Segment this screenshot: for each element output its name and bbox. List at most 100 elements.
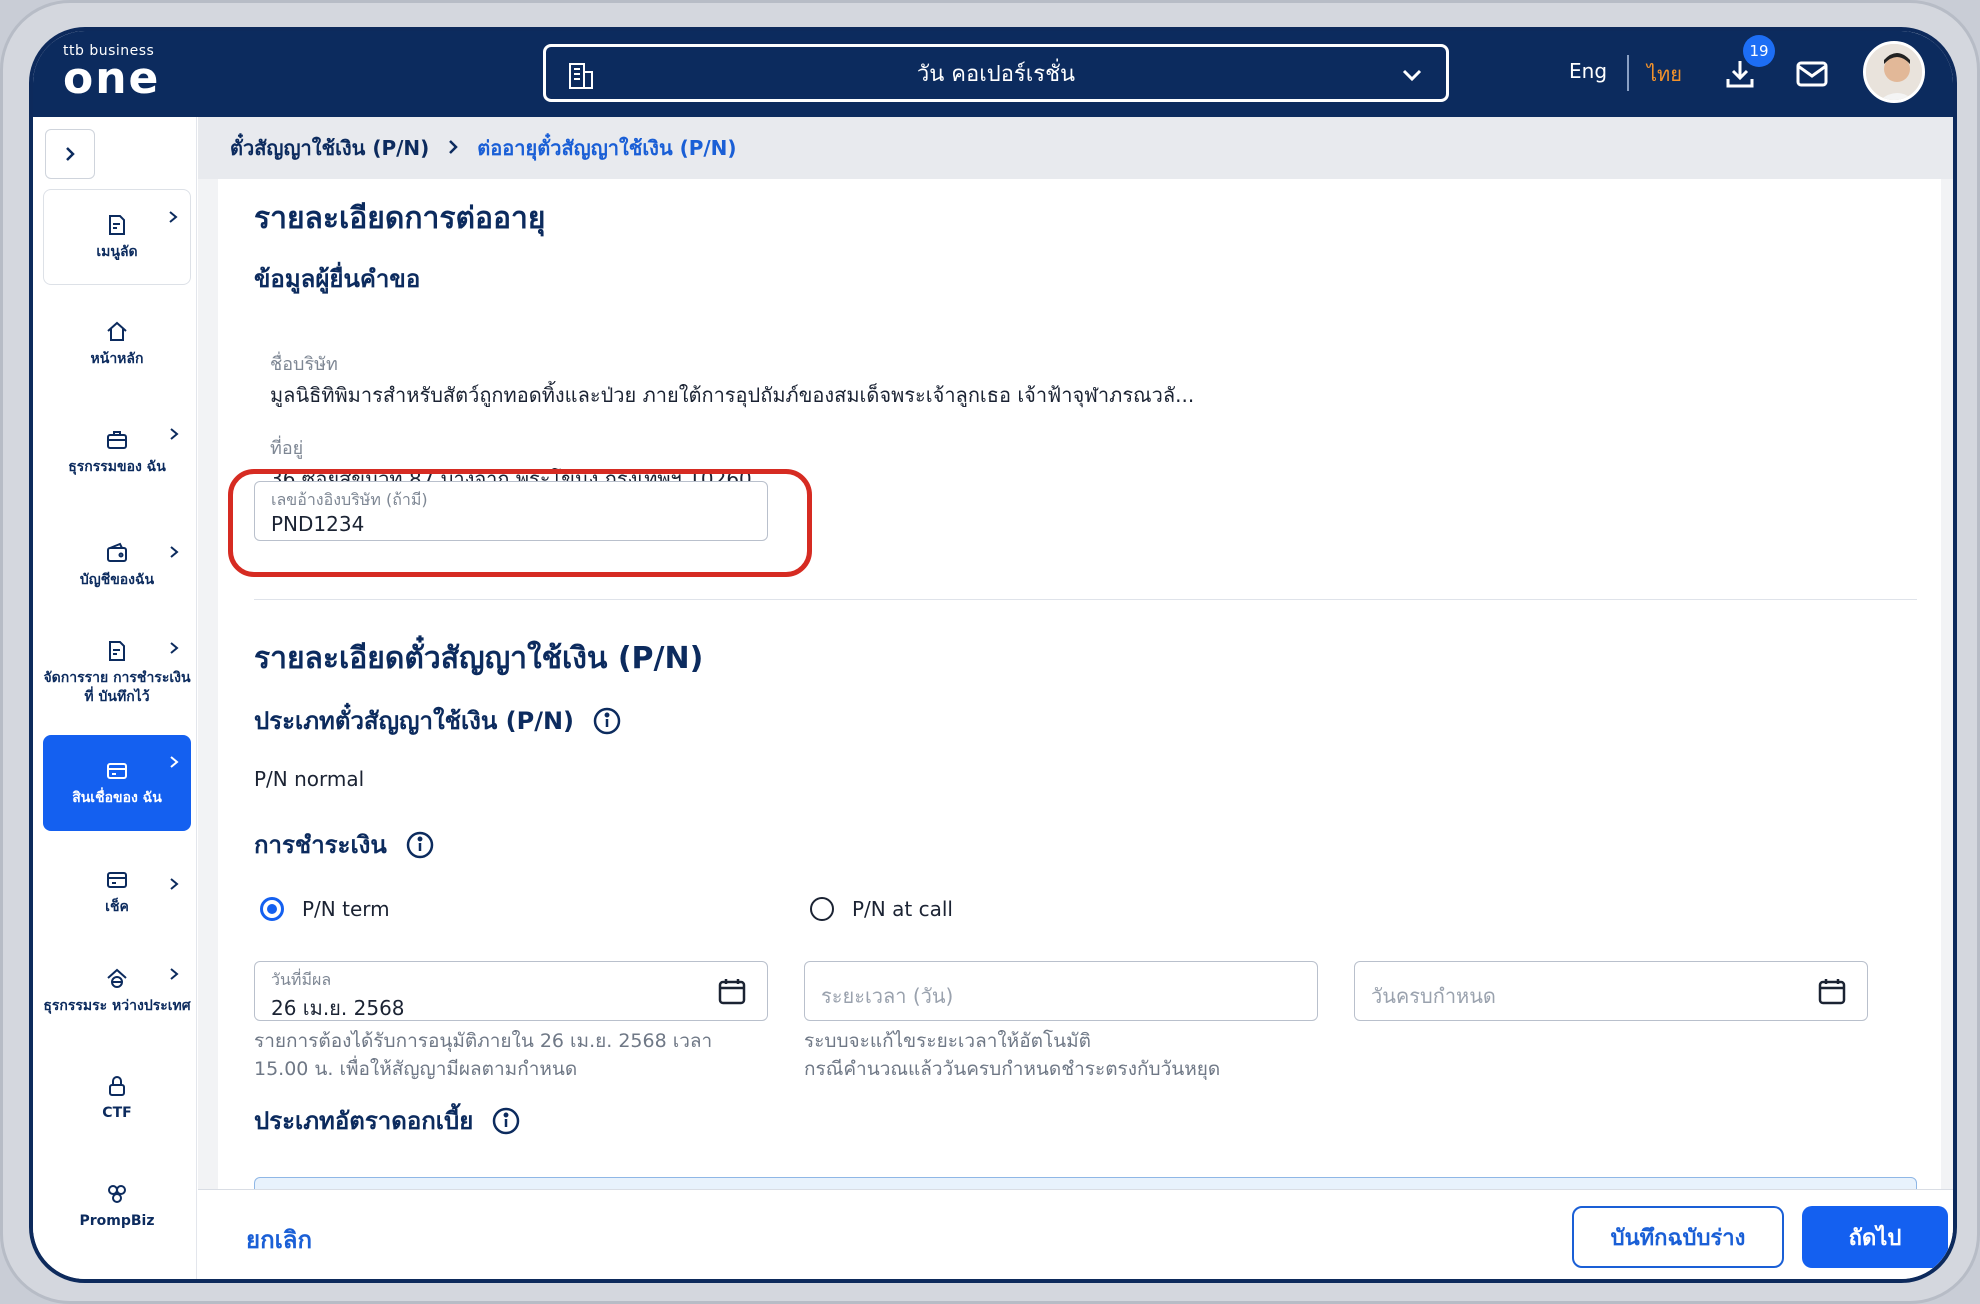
breadcrumb-pn[interactable]: ตั๋วสัญญาใช้เงิน (P/N)	[230, 132, 429, 164]
chevron-down-icon	[1398, 61, 1426, 93]
cancel-button[interactable]: ยกเลิก	[246, 1220, 312, 1259]
company-selector[interactable]: วัน คอเปอร์เรชั่น	[543, 44, 1449, 102]
renewal-details-title: รายละเอียดการต่ออายุ	[254, 201, 546, 236]
sidebar-item-my-accounts[interactable]: บัญชีของฉัน	[43, 525, 191, 605]
lock-icon	[109, 1075, 125, 1096]
chevron-right-icon	[170, 642, 179, 654]
sidebar-item-label: ธุรกรรมของ ฉัน	[68, 458, 166, 475]
sidebar-item-label: หน้าหลัก	[90, 350, 144, 367]
effective-date-label: วันที่มีผล	[271, 970, 332, 989]
building-icon	[566, 61, 596, 95]
sidebar-expand-button[interactable]	[45, 129, 95, 179]
cheque-icon	[107, 871, 127, 888]
sidebar-item-label: PrompBiz	[79, 1212, 155, 1229]
chevron-right-icon	[170, 878, 179, 890]
interest-type-heading-text: ประเภทอัตราดอกเบี้ย	[254, 1107, 474, 1135]
brand-logo[interactable]: ttb business one	[63, 43, 161, 104]
effective-date-help-line2: 15.00 น. เพื่อให้สัญญามีผลตามกำหนด	[254, 1058, 578, 1080]
wallet-icon	[107, 542, 127, 562]
payment-heading-text: การชำระเงิน	[254, 831, 387, 859]
address-label: ที่อยู่	[270, 438, 304, 459]
effective-date-help-line1: รายการต้องได้รับการอนุมัติภายใน 26 เม.ย.…	[254, 1030, 713, 1052]
radio-pn-term-label: P/N term	[302, 897, 390, 921]
effective-date-value: 26 เม.ย. 2568	[271, 996, 405, 1020]
chevron-right-icon	[170, 756, 179, 768]
prompbiz-icon	[108, 1184, 126, 1203]
briefcase-icon	[107, 430, 127, 449]
duration-help-line2: กรณีคำนวณแล้ววันครบกำหนดชำระตรงกับวันหยุ…	[804, 1058, 1221, 1080]
due-date-field[interactable]: วันครบกำหนด	[1354, 961, 1868, 1021]
content-area: รายละเอียดการต่ออายุ ข้อมูลผู้ยื่นคำขอ ช…	[198, 179, 1953, 1257]
company-name: วัน คอเปอร์เรชั่น	[916, 61, 1076, 87]
bank-globe-icon	[107, 968, 127, 988]
effective-date-field[interactable]: วันที่มีผล 26 เม.ย. 2568	[254, 961, 768, 1021]
radio-pn-term[interactable]: P/N term	[260, 897, 390, 921]
pn-type-heading: ประเภทตั๋วสัญญาใช้เงิน (P/N)	[254, 701, 622, 740]
calendar-icon[interactable]	[1817, 976, 1847, 1006]
company-reference-field[interactable]: เลขอ้างอิงบริษัท (ถ้ามี) PND1234	[254, 481, 768, 541]
applicant-heading: ข้อมูลผู้ยื่นคำขอ	[254, 259, 420, 298]
mail-icon[interactable]	[1795, 59, 1829, 93]
chevron-right-icon	[170, 968, 179, 980]
info-icon[interactable]	[405, 830, 435, 860]
company-name-value: มูลนิธิทิพิมารสำหรับสัตว์ถูกทอดทิ้งและป่…	[270, 383, 1195, 407]
lang-thai[interactable]: ไทย	[1647, 58, 1682, 90]
radio-pn-at-call[interactable]: P/N at call	[810, 897, 953, 921]
sidebar-item-my-loans[interactable]: สินเชื่อของ ฉัน	[43, 735, 191, 831]
duration-days-input[interactable]: ระยะเวลา (วัน)	[804, 961, 1318, 1021]
sidebar-item-label: เช็ค	[105, 898, 129, 915]
radio-pn-at-call-label: P/N at call	[852, 897, 953, 921]
payment-heading: การชำระเงิน	[254, 825, 435, 864]
sidebar-item-ctf[interactable]: CTF	[43, 1063, 191, 1133]
info-icon[interactable]	[491, 1106, 521, 1136]
sidebar-item-label: เมนูลัด	[96, 243, 138, 260]
radio-unselected-indicator	[810, 897, 834, 921]
logo-big-text: one	[63, 53, 161, 104]
due-date-placeholder: วันครบกำหนด	[1371, 984, 1496, 1008]
sidebar-item-label: CTF	[102, 1104, 132, 1121]
chevron-right-icon	[66, 147, 75, 161]
sidebar-item-prompbiz[interactable]: PrompBiz	[43, 1171, 191, 1241]
chevron-right-icon	[170, 428, 179, 440]
chevron-right-icon	[445, 136, 461, 160]
chevron-right-icon	[170, 546, 179, 558]
home-icon	[107, 321, 127, 341]
app-screen: ttb business one วัน คอเปอร์เรชั่น Eng ไ…	[29, 27, 1957, 1283]
breadcrumb: ตั๋วสัญญาใช้เงิน (P/N) ต่ออายุตั๋วสัญญาใ…	[198, 117, 1953, 179]
calendar-icon[interactable]	[717, 976, 747, 1006]
save-draft-button[interactable]: บันทึกฉบับร่าง	[1572, 1206, 1784, 1268]
next-button[interactable]: ถัดไป	[1802, 1206, 1948, 1268]
sidebar-item-label: จัดการราย การชำระเงินที่ บันทึกไว้	[43, 670, 191, 705]
sidebar-item-home[interactable]: หน้าหลัก	[43, 309, 191, 379]
company-reference-label: เลขอ้างอิงบริษัท (ถ้ามี)	[271, 490, 428, 509]
duration-help: ระบบจะแก้ไขระยะเวลาให้อัตโนมัติ กรณีคำนว…	[804, 1027, 1220, 1083]
interest-type-heading: ประเภทอัตราดอกเบี้ย	[254, 1101, 521, 1140]
download-count-badge: 19	[1743, 35, 1775, 67]
sidebar-item-label: ธุรกรรมระ หว่างประเทศ	[43, 997, 191, 1014]
pn-type-heading-text: ประเภทตั๋วสัญญาใช้เงิน (P/N)	[254, 707, 575, 735]
document-edit-icon	[109, 214, 125, 235]
sidebar-item-label: บัญชีของฉัน	[79, 571, 155, 588]
device-frame: ttb business one วัน คอเปอร์เรชั่น Eng ไ…	[0, 0, 1980, 1304]
duration-help-line1: ระบบจะแก้ไขระยะเวลาให้อัตโนมัติ	[804, 1030, 1091, 1052]
sidebar-item-cheque[interactable]: เช็ค	[43, 857, 191, 927]
user-avatar[interactable]	[1863, 41, 1925, 103]
sidebar: เมนูลัด หน้าหลัก ธุรกรรมของ ฉัน บัญชีของ…	[33, 117, 197, 1279]
sidebar-item-international[interactable]: ธุรกรรมระ หว่างประเทศ	[43, 947, 191, 1035]
duration-placeholder: ระยะเวลา (วัน)	[821, 984, 954, 1008]
effective-date-help: รายการต้องได้รับการอนุมัติภายใน 26 เม.ย.…	[254, 1027, 712, 1083]
pn-details-title: รายละเอียดตั๋วสัญญาใช้เงิน (P/N)	[254, 641, 704, 676]
company-reference-value: PND1234	[271, 512, 365, 536]
radio-selected-indicator	[260, 897, 284, 921]
top-bar: ttb business one วัน คอเปอร์เรชั่น Eng ไ…	[33, 31, 1953, 117]
lang-divider	[1627, 55, 1629, 91]
info-icon[interactable]	[592, 706, 622, 736]
renewal-form-card: รายละเอียดการต่ออายุ ข้อมูลผู้ยื่นคำขอ ช…	[218, 179, 1941, 1257]
lang-english[interactable]: Eng	[1569, 59, 1607, 83]
applicant-heading-text: ข้อมูลผู้ยื่นคำขอ	[254, 265, 421, 293]
sidebar-item-my-transactions[interactable]: ธุรกรรมของ ฉัน	[43, 407, 191, 497]
sidebar-item-saved-payments[interactable]: จัดการราย การชำระเงินที่ บันทึกไว้	[43, 621, 191, 725]
footer-action-bar: ยกเลิก บันทึกฉบับร่าง ถัดไป	[198, 1189, 1953, 1279]
sidebar-item-shortcut[interactable]: เมนูลัด	[43, 189, 191, 285]
pn-type-value: P/N normal	[254, 767, 365, 791]
